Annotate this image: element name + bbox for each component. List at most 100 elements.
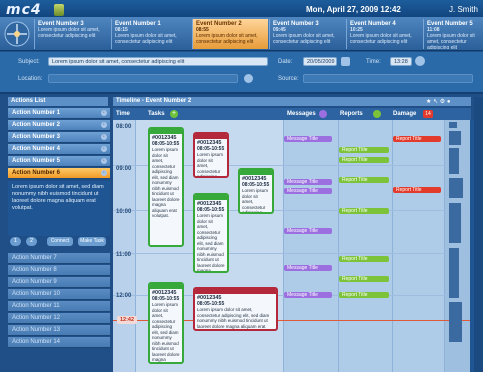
action-item[interactable]: Action Number 4 · xyxy=(8,144,110,155)
location-pick-icon[interactable] xyxy=(244,74,253,83)
status-dot-icon: · xyxy=(101,170,107,176)
card-header xyxy=(150,129,182,134)
action-item[interactable]: Action Number 13 xyxy=(8,325,110,336)
task-desc: Lorem ipsum dolor sit amet, consectetur … xyxy=(152,147,180,218)
task-desc: Lorem ipsum dolor sit amet, consectetur … xyxy=(197,213,225,273)
timeline-toolbar: ★ ↖ ⚙ ● xyxy=(426,98,466,106)
time-field[interactable]: 13:28 xyxy=(390,57,412,66)
message-bar[interactable]: Message Title xyxy=(284,228,332,234)
action-item[interactable]: Action Number 14 xyxy=(8,337,110,348)
shield-icon xyxy=(54,4,64,16)
action-item-selected[interactable]: Action Number 6 · xyxy=(8,168,110,179)
calendar-icon[interactable] xyxy=(341,57,350,66)
task-card[interactable]: #0012345 08:05-10:55 Lorem ipsum dolor s… xyxy=(238,168,274,214)
time-label: 12:00 xyxy=(116,293,132,299)
current-time-badge: 12:42 xyxy=(117,316,137,324)
add-task-icon[interactable]: + xyxy=(170,110,178,118)
messages-column xyxy=(283,120,338,372)
card-header xyxy=(150,284,182,289)
page-button[interactable]: 2 xyxy=(26,237,37,246)
card-header xyxy=(195,134,227,139)
connect-button[interactable]: Connect xyxy=(47,237,73,246)
task-card[interactable]: #0012345 08:05-10:55 Lorem ipsum dolor s… xyxy=(193,193,229,273)
message-bar[interactable]: Message Title xyxy=(284,265,332,271)
damage-column xyxy=(392,120,444,372)
report-bar[interactable]: Report Title xyxy=(339,157,389,163)
task-desc: Lorem ipsum dolor sit amet, consectetur … xyxy=(242,188,269,214)
task-card[interactable]: #0012345 08:05-10:55 Lorem ipsum dolor s… xyxy=(193,287,278,331)
settings-icon[interactable]: ● xyxy=(447,99,451,105)
cursor-icon[interactable]: ↖ xyxy=(433,99,438,105)
report-bar[interactable]: Report Title xyxy=(339,276,389,282)
report-bar[interactable]: Report Title xyxy=(339,256,389,262)
time-label: Time: xyxy=(366,59,381,65)
status-dot-icon: · xyxy=(101,146,107,152)
user-name[interactable]: J. Smith xyxy=(449,5,478,14)
time-label: 08:00 xyxy=(116,124,132,130)
star-icon[interactable]: ★ xyxy=(426,99,431,105)
density-bar xyxy=(449,131,461,145)
date-field[interactable]: 20/05/2009 xyxy=(303,57,337,66)
card-header xyxy=(195,289,276,294)
add-message-icon[interactable] xyxy=(319,110,327,118)
action-item[interactable]: Action Number 3 · xyxy=(8,132,110,143)
task-desc: Lorem ipsum dolor sit amet, consectetur … xyxy=(197,152,224,178)
make-task-button[interactable]: Make Task xyxy=(78,237,106,246)
col-messages: Messages xyxy=(287,111,316,117)
density-bar xyxy=(449,302,462,342)
status-dot-icon: · xyxy=(101,110,107,116)
report-bar[interactable]: Report Title xyxy=(339,208,389,214)
task-desc: Lorem ipsum dolor sit amet, consectetur … xyxy=(152,302,180,362)
event-tab[interactable]: Event Number 3 Lorem ipsum dolor sit amet… xyxy=(34,19,110,49)
damage-bar[interactable]: Report Title xyxy=(393,187,441,193)
gear-icon[interactable]: ⚙ xyxy=(440,99,445,105)
time-label: 10:00 xyxy=(116,209,132,215)
message-bar[interactable]: Message Title xyxy=(284,292,332,298)
message-bar[interactable]: Message Title xyxy=(284,188,332,194)
add-report-icon[interactable] xyxy=(373,110,381,118)
event-tab[interactable]: Event Number 4 10:25 Lorem ipsum dolor sit… xyxy=(346,19,422,49)
event-tab-active[interactable]: Event Number 2 08:55 Lorem ipsum dolor sit… xyxy=(192,19,268,49)
report-bar[interactable]: Report Title xyxy=(339,292,389,298)
damage-bar[interactable]: Report Title xyxy=(393,136,441,142)
action-item[interactable]: Action Number 10 xyxy=(8,289,110,300)
action-item[interactable]: Action Number 7 xyxy=(8,253,110,264)
report-bar[interactable]: Report Title xyxy=(339,177,389,183)
app-logo: mc4 xyxy=(6,2,42,18)
nav-dial-icon[interactable] xyxy=(2,19,32,49)
status-dot-icon: · xyxy=(101,158,107,164)
col-tasks: Tasks xyxy=(148,111,165,117)
event-tab[interactable]: Event Number 5 11:08 Lorem ipsum dolor sit… xyxy=(423,19,483,49)
action-item[interactable]: Action Number 12 xyxy=(8,313,110,324)
card-header xyxy=(195,195,227,200)
density-bar xyxy=(449,248,459,298)
page-button[interactable]: 1 xyxy=(10,237,21,246)
card-header xyxy=(240,170,272,175)
action-item[interactable]: Action Number 5 · xyxy=(8,156,110,167)
action-item[interactable]: Action Number 11 xyxy=(8,301,110,312)
source-field[interactable] xyxy=(303,74,473,83)
task-card[interactable]: #0012345 08:05-10:55 Lorem ipsum dolor s… xyxy=(148,127,184,247)
actions-list-title: Actions List xyxy=(8,97,108,106)
density-bar xyxy=(449,178,463,198)
action-item[interactable]: Action Number 9 xyxy=(8,277,110,288)
density-bar xyxy=(449,122,457,128)
message-bar[interactable]: Message Title xyxy=(284,179,332,185)
event-tab[interactable]: Event Number 3 09:45 Lorem ipsum dolor sit… xyxy=(269,19,345,49)
col-time: Time xyxy=(116,111,130,117)
task-card[interactable]: #0012345 08:05-10:55 Lorem ipsum dolor s… xyxy=(148,282,184,364)
action-item[interactable]: Action Number 1 · xyxy=(8,108,110,119)
event-tab[interactable]: Event Number 1 08:15 Lorem ipsum dolor sit… xyxy=(111,19,187,49)
report-bar[interactable]: Report Title xyxy=(339,147,389,153)
task-card[interactable]: #0012345 08:05-10:55 Lorem ipsum dolor s… xyxy=(193,132,229,178)
message-bar[interactable]: Message Title xyxy=(284,136,332,142)
clock-icon[interactable] xyxy=(415,56,425,66)
status-dot-icon: · xyxy=(101,122,107,128)
hour-line xyxy=(113,253,471,254)
action-item[interactable]: Action Number 8 xyxy=(8,265,110,276)
action-item[interactable]: Action Number 2 · xyxy=(8,120,110,131)
time-label: 11:00 xyxy=(116,252,132,258)
location-field[interactable] xyxy=(48,74,238,83)
subject-field[interactable]: Lorem ipsum dolor sit amet, consectetur … xyxy=(48,57,268,66)
timeline-title: Timeline - Event Number 2 xyxy=(113,97,471,106)
